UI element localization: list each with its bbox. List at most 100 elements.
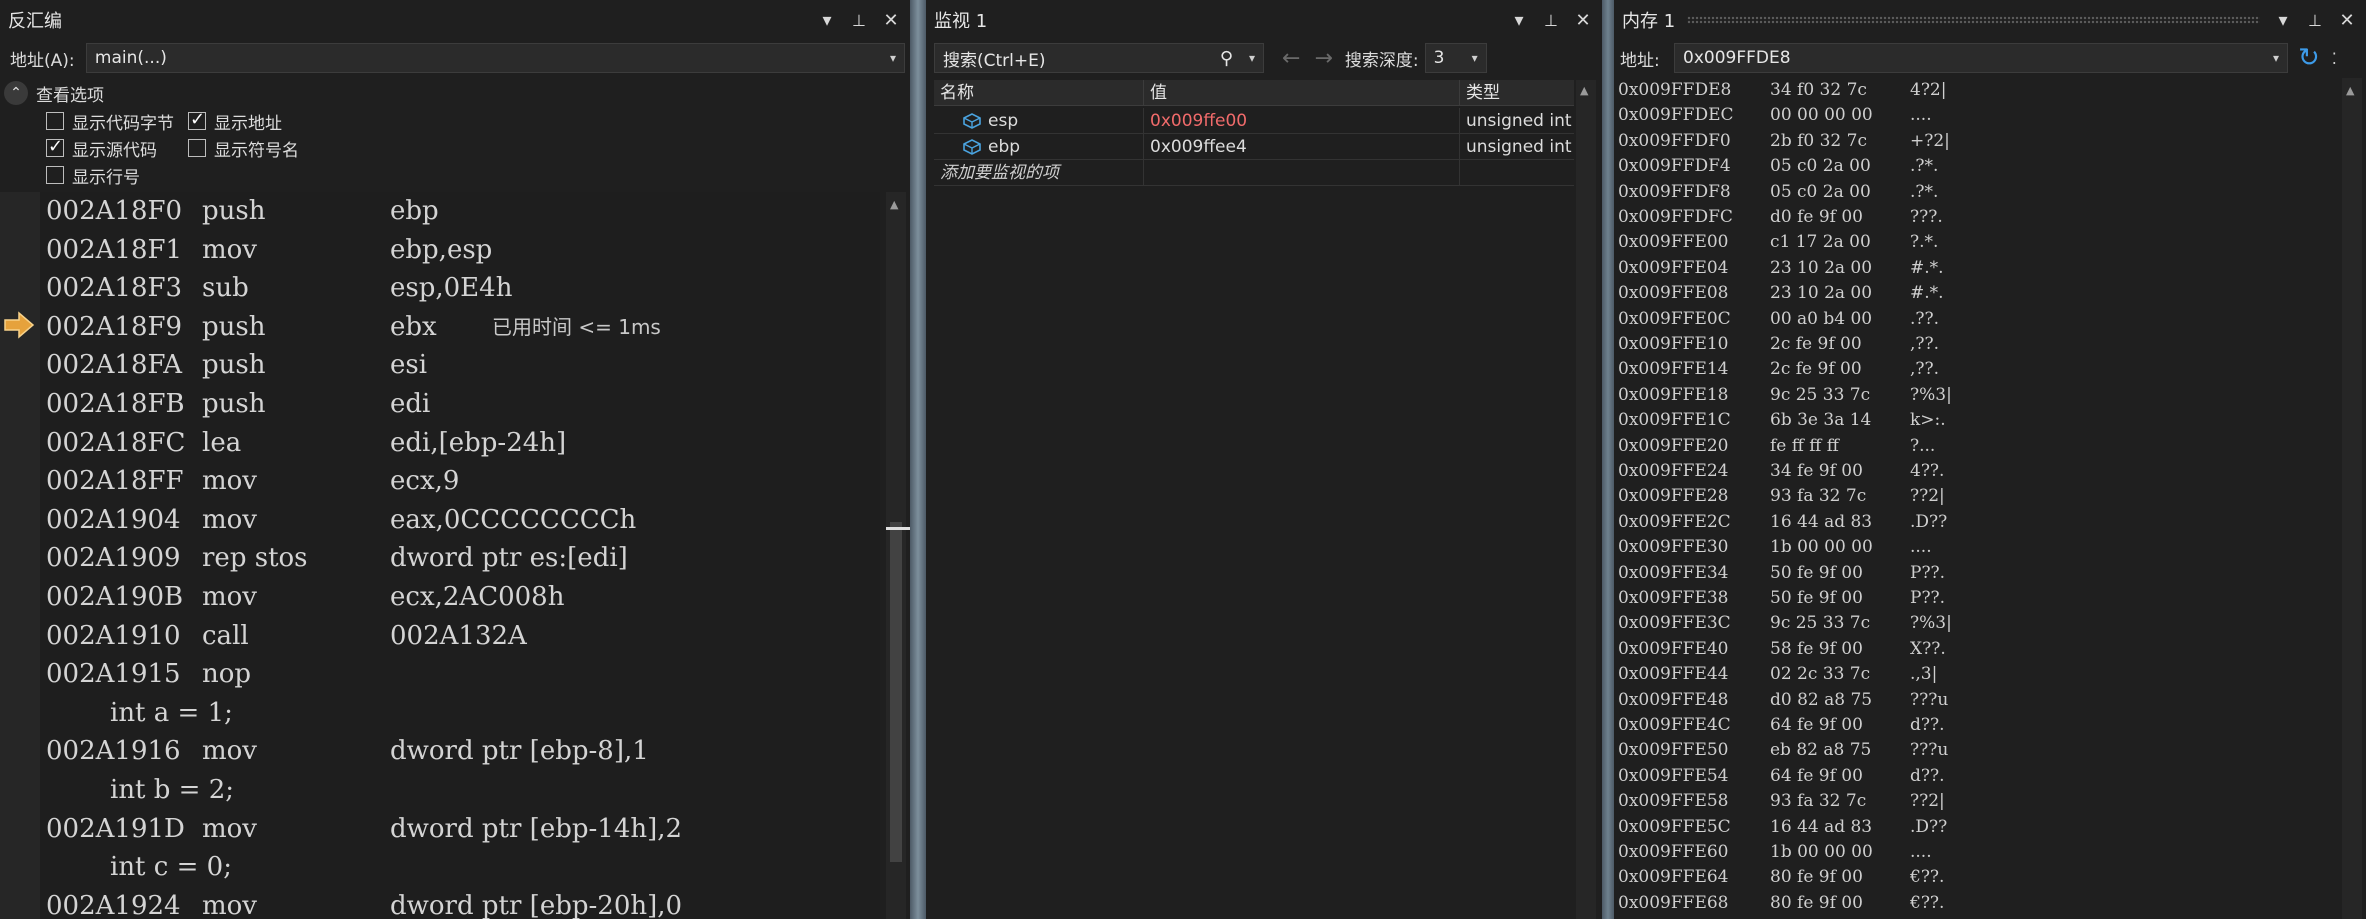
disassembly-scrollbar[interactable]: ▲ <box>886 192 910 919</box>
scroll-up-icon[interactable]: ▲ <box>1580 84 1588 97</box>
instruction-line[interactable]: 002A1909 rep stos dword ptr es:[edi] <box>40 539 880 578</box>
chevron-down-icon: ▾ <box>2272 51 2279 65</box>
variable-icon <box>962 112 982 130</box>
window-menu-chevron-down-icon[interactable]: ▾ <box>816 10 838 31</box>
instruction-line[interactable]: 002A18F0 push ebp <box>40 192 880 231</box>
pin-icon[interactable]: ⊥ <box>2304 11 2326 30</box>
memory-bytes: 80 fe 9f 00 <box>1770 867 1863 888</box>
pin-icon[interactable]: ⊥ <box>848 11 870 30</box>
instruction-line[interactable]: 002A1916 mov dword ptr [ebp-8],1 <box>40 732 880 771</box>
back-arrow-icon[interactable]: ← <box>1282 46 1300 71</box>
refresh-icon[interactable]: ↻ <box>2298 43 2320 73</box>
instruction-line[interactable]: 002A18FA push esi <box>40 346 880 385</box>
memory-hex-view[interactable]: 0x009FFDE8 34 f0 32 7c 4?2| 0x009FFDEC 00 00… <box>1614 78 2336 919</box>
memory-address-combo[interactable]: 0x009FFDE8 ▾ <box>1674 43 2288 73</box>
add-watch-item-input[interactable]: 添加要监视的项 <box>934 160 1144 186</box>
instruction-line[interactable]: 002A18FC lea edi,[ebp-24h] <box>40 424 880 463</box>
instruction-line[interactable]: 002A18F1 mov ebp,esp <box>40 231 880 270</box>
memory-address-value[interactable]: 0x009FFDE8 <box>1683 48 1791 68</box>
column-header-type[interactable]: 类型 <box>1460 80 1574 106</box>
disassembly-panel: 反汇编 ▾ ⊥ ✕ 地址(A): main(...) ▾ ⌃ 查看选项 显示代码… <box>0 0 910 919</box>
instruction-line[interactable]: 002A190B mov ecx,2AC008h <box>40 578 880 617</box>
memory-address: 0x009FFE64 <box>1618 867 1729 888</box>
memory-address: 0x009FFE28 <box>1618 486 1729 507</box>
memory-address: 0x009FFE3C <box>1618 613 1731 634</box>
show-source-checkbox[interactable] <box>46 136 64 157</box>
splitter-right[interactable] <box>1602 0 1614 919</box>
show-address-checkbox[interactable] <box>188 109 206 130</box>
watch-row-esp[interactable]: esp 0x009ffe00 unsigned int <box>934 108 1574 134</box>
show-code-bytes-checkbox[interactable] <box>46 112 64 130</box>
instruction-opcode: call <box>202 620 249 651</box>
memory-bytes: 9c 25 33 7c <box>1770 384 1871 405</box>
close-icon[interactable]: ✕ <box>1572 10 1594 31</box>
show-symbol-names-label: 显示符号名 <box>214 140 299 161</box>
memory-ascii: .... <box>1910 842 1932 862</box>
instruction-line[interactable]: 002A18FF mov ecx,9 <box>40 462 880 501</box>
watch-panel: 监视 1 ▾ ⊥ ✕ 搜索(Ctrl+E) ⚲ ▾ ← → 搜索深度: 3 ▾ … <box>926 0 1602 919</box>
instruction-line[interactable]: 002A18FB push edi <box>40 385 880 424</box>
memory-ascii: X??. <box>1910 638 1946 659</box>
instruction-line[interactable]: 002A1915 nop <box>40 655 880 694</box>
watch-scrollbar[interactable]: ▲ <box>1576 80 1596 919</box>
search-icon[interactable]: ⚲ <box>1220 48 1233 69</box>
column-header-value[interactable]: 值 <box>1144 80 1460 106</box>
column-header-name[interactable]: 名称 <box>934 80 1144 106</box>
instruction-line[interactable]: 002A1924 mov dword ptr [ebp-20h],0 <box>40 887 880 919</box>
instruction-line[interactable]: 002A1904 mov eax,0CCCCCCCCh <box>40 501 880 540</box>
watch-value[interactable]: 0x009ffee4 <box>1144 134 1460 160</box>
instruction-address: 002A18FB <box>46 388 185 419</box>
memory-scrollbar[interactable]: ▲ <box>2342 78 2362 919</box>
watch-add-item-row[interactable]: 添加要监视的项 <box>934 160 1574 186</box>
instruction-operands: dword ptr es:[edi] <box>390 543 628 574</box>
memory-address: 0x009FFDF8 <box>1618 181 1731 202</box>
collapse-options-icon[interactable]: ⌃ <box>4 81 28 105</box>
watch-search-box[interactable]: 搜索(Ctrl+E) ⚲ ▾ <box>934 43 1264 73</box>
instruction-line[interactable]: 002A191D mov dword ptr [ebp-14h],2 <box>40 810 880 849</box>
chevron-down-icon[interactable]: ▾ <box>1249 51 1255 65</box>
memory-bytes: 2b f0 32 7c <box>1770 130 1867 151</box>
instruction-address: 002A18F9 <box>46 311 183 342</box>
source-line[interactable]: int b = 2; <box>40 771 880 810</box>
instruction-line[interactable]: 002A1910 call 002A132A <box>40 617 880 656</box>
instruction-line[interactable]: 002A18F3 sub esp,0E4h <box>40 269 880 308</box>
scroll-up-icon[interactable]: ▲ <box>890 198 898 211</box>
splitter-left[interactable] <box>910 0 926 919</box>
show-symbol-names-checkbox[interactable] <box>188 139 206 157</box>
watch-search-input[interactable]: 搜索(Ctrl+E) <box>943 46 1046 71</box>
instruction-opcode: lea <box>202 427 242 458</box>
window-menu-chevron-down-icon[interactable]: ▾ <box>1508 10 1530 31</box>
source-line[interactable]: int a = 1; <box>40 694 880 733</box>
disassembly-code-view[interactable]: 002A18F0 push ebp 002A18F1 mov ebp,esp 002A18F… <box>40 192 880 919</box>
memory-ascii: P??. <box>1910 562 1946 583</box>
close-icon[interactable]: ✕ <box>880 10 902 31</box>
instruction-line[interactable]: 002A18F9 push ebx 已用时间 <= 1ms <box>40 308 880 347</box>
watch-value-changed[interactable]: 0x009ffe00 <box>1144 108 1460 134</box>
breakpoint-gutter[interactable] <box>0 192 40 919</box>
watch-name-cell: esp <box>934 108 1144 134</box>
drag-grip[interactable] <box>1687 16 2260 24</box>
show-line-numbers-checkbox[interactable] <box>46 166 64 184</box>
watch-row-ebp[interactable]: ebp 0x009ffee4 unsigned int <box>934 134 1574 160</box>
window-menu-chevron-down-icon[interactable]: ▾ <box>2272 10 2294 31</box>
forward-arrow-icon[interactable]: → <box>1314 46 1332 71</box>
scroll-thumb[interactable] <box>890 522 902 862</box>
show-source-label: 显示源代码 <box>72 140 157 161</box>
scroll-up-icon[interactable]: ▲ <box>2346 84 2354 97</box>
search-depth-select[interactable]: 3 ▾ <box>1424 43 1487 73</box>
disassembly-title: 反汇编 <box>8 11 62 32</box>
source-line[interactable]: int c = 0; <box>40 848 880 887</box>
memory-ascii: .D?? <box>1910 816 1948 837</box>
overflow-menu-icon[interactable]: ⁚ <box>2332 49 2337 68</box>
disassembly-address-combo[interactable]: main(...) ▾ <box>85 43 905 73</box>
instruction-opcode: push <box>202 311 266 342</box>
view-options-label: 查看选项 <box>36 85 104 106</box>
instruction-operands: eax,0CCCCCCCCh <box>390 504 637 535</box>
memory-bytes: d0 82 a8 75 <box>1770 689 1873 710</box>
memory-bytes: 23 10 2a 00 <box>1770 283 1873 304</box>
instruction-address: 002A18FA <box>46 350 183 381</box>
close-icon[interactable]: ✕ <box>2336 10 2358 31</box>
memory-bytes: 1b 00 00 00 <box>1770 537 1873 558</box>
pin-icon[interactable]: ⊥ <box>1540 11 1562 30</box>
instruction-operands: ebp,esp <box>390 234 493 265</box>
